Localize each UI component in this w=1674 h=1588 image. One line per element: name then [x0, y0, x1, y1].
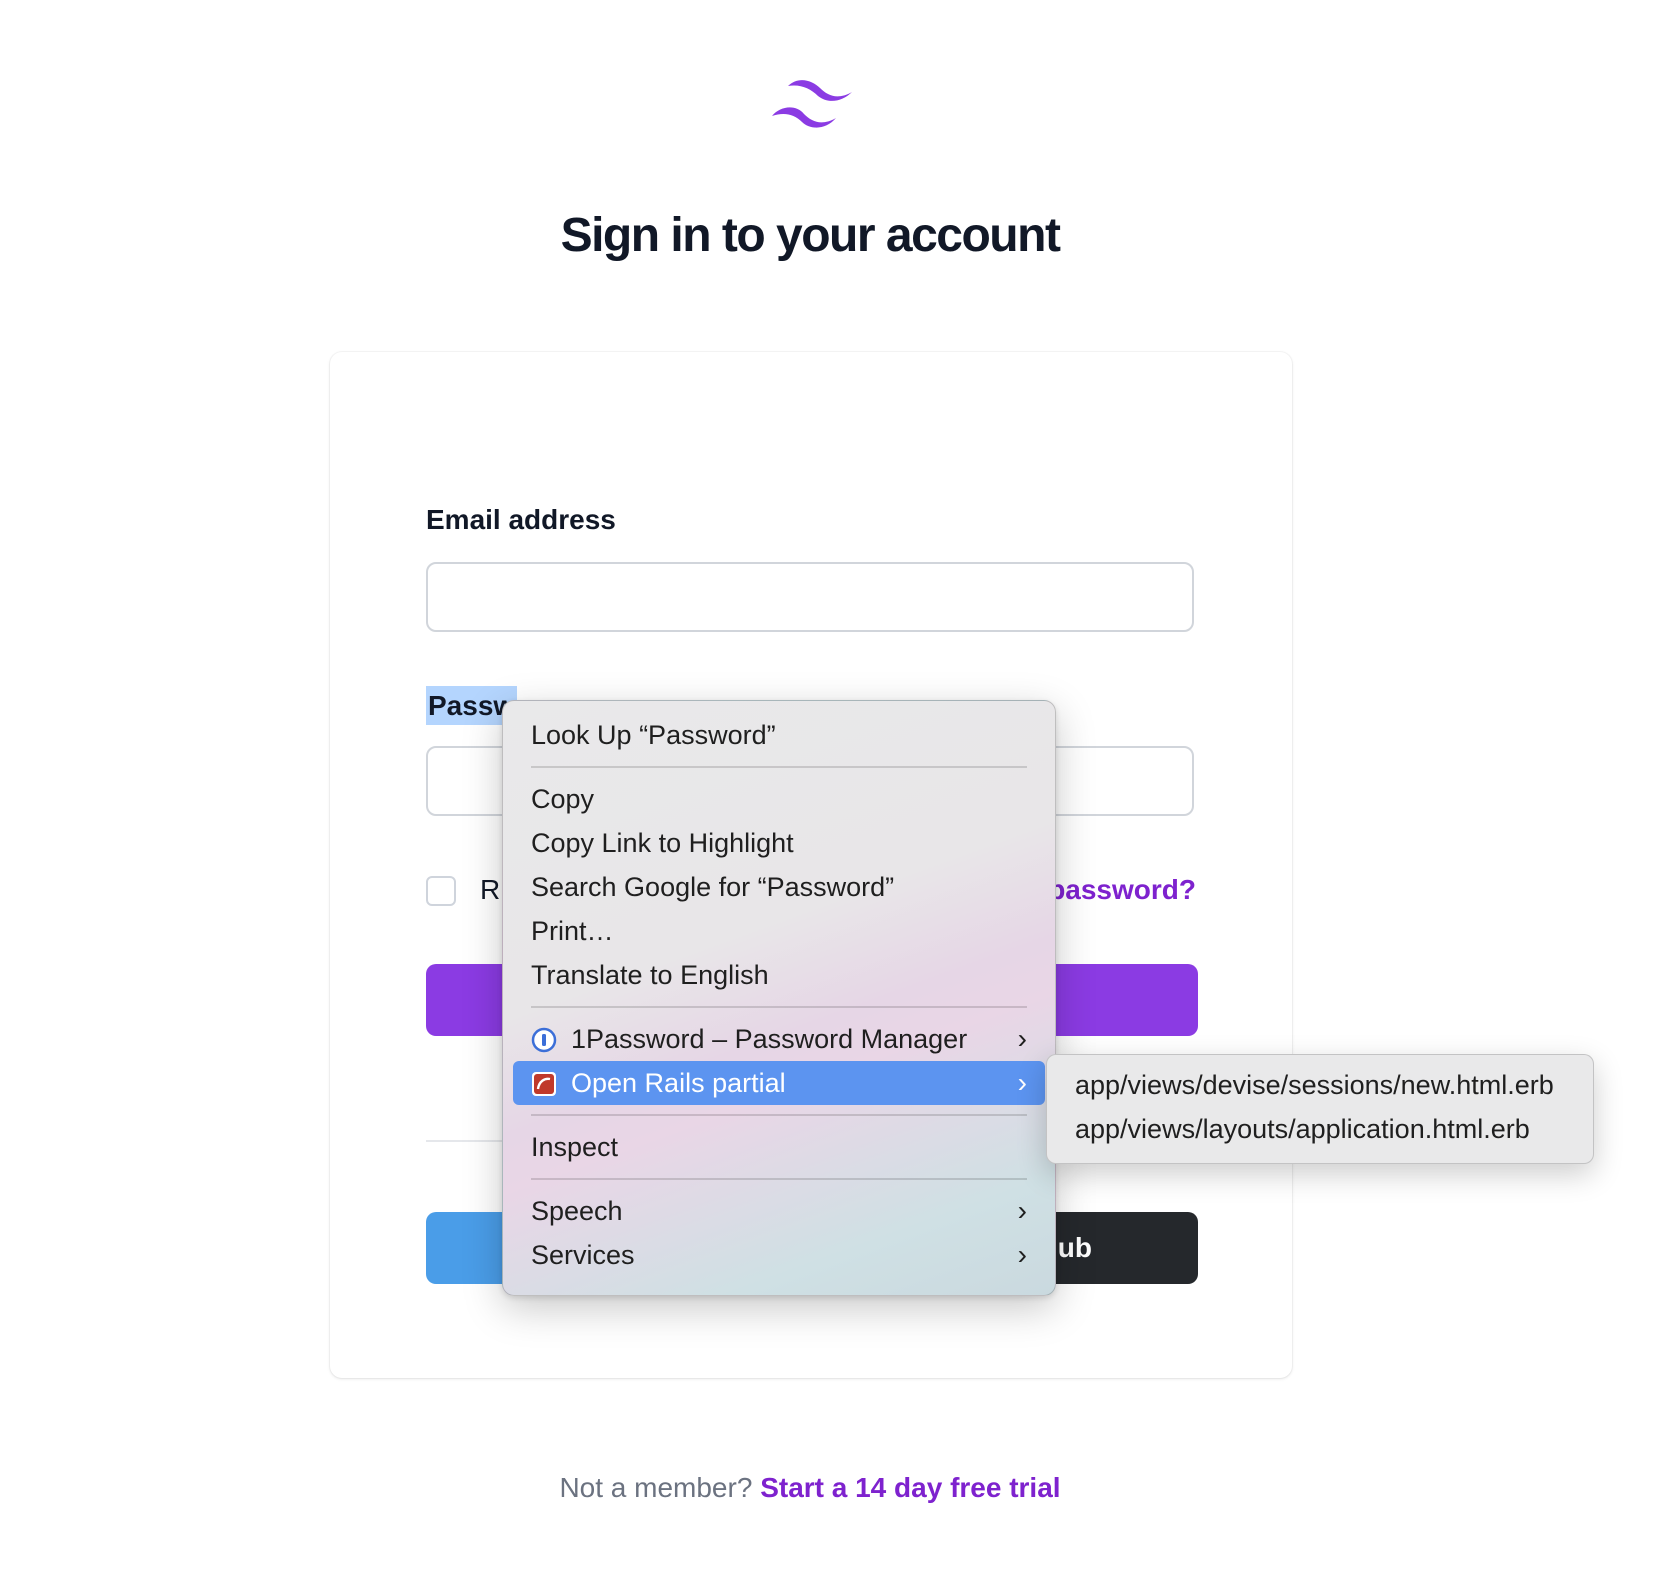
free-trial-link[interactable]: Start a 14 day free trial: [760, 1472, 1060, 1503]
menu-item-translate[interactable]: Translate to English: [513, 953, 1045, 997]
menu-item-1password[interactable]: 1Password – Password Manager ›: [513, 1017, 1045, 1061]
menu-separator: [531, 1114, 1027, 1116]
page-title: Sign in to your account: [560, 209, 1061, 262]
1password-icon: [531, 1027, 557, 1053]
menu-item-search-google[interactable]: Search Google for “Password”: [513, 865, 1045, 909]
email-input[interactable]: [426, 562, 1194, 632]
menu-item-copy-link[interactable]: Copy Link to Highlight: [513, 821, 1045, 865]
email-label: Email address: [426, 504, 616, 535]
rails-partial-submenu: app/views/devise/sessions/new.html.erb a…: [1046, 1054, 1594, 1164]
submenu-item-layout-application[interactable]: app/views/layouts/application.html.erb: [1057, 1107, 1583, 1151]
chevron-right-icon: ›: [1017, 1023, 1027, 1054]
rails-icon: [532, 1072, 556, 1096]
menu-item-label: Services: [531, 1240, 635, 1270]
menu-item-speech[interactable]: Speech ›: [513, 1189, 1045, 1233]
menu-item-label: 1Password – Password Manager: [571, 1024, 968, 1054]
chevron-right-icon: ›: [1017, 1195, 1027, 1226]
menu-item-inspect[interactable]: Inspect: [513, 1125, 1045, 1169]
menu-separator: [531, 1006, 1027, 1008]
menu-separator: [531, 1178, 1027, 1180]
menu-item-services[interactable]: Services ›: [513, 1233, 1045, 1277]
forgot-password-link[interactable]: password?: [1048, 874, 1196, 906]
menu-separator: [531, 766, 1027, 768]
menu-item-label: Open Rails partial: [571, 1068, 786, 1098]
menu-item-look-up[interactable]: Look Up “Password”: [513, 713, 1045, 757]
submenu-item-sessions-new[interactable]: app/views/devise/sessions/new.html.erb: [1057, 1063, 1583, 1107]
chevron-right-icon: ›: [1017, 1067, 1027, 1098]
context-menu: Look Up “Password” Copy Copy Link to Hig…: [502, 700, 1056, 1296]
menu-item-print[interactable]: Print…: [513, 909, 1045, 953]
remember-me-label: R: [480, 874, 501, 905]
footer: Not a member? Start a 14 day free trial: [0, 1472, 1620, 1504]
footer-prompt: Not a member?: [559, 1472, 753, 1503]
tailwind-logo-icon: [772, 80, 852, 128]
chevron-right-icon: ›: [1017, 1239, 1027, 1270]
sign-in-page: Sign in to your account Email address Pa…: [0, 0, 1674, 1588]
menu-item-label: Speech: [531, 1196, 623, 1226]
remember-me-checkbox[interactable]: [426, 876, 456, 906]
menu-item-open-rails-partial[interactable]: Open Rails partial ›: [513, 1061, 1045, 1105]
menu-item-copy[interactable]: Copy: [513, 777, 1045, 821]
github-button-label: lub: [1050, 1232, 1092, 1263]
